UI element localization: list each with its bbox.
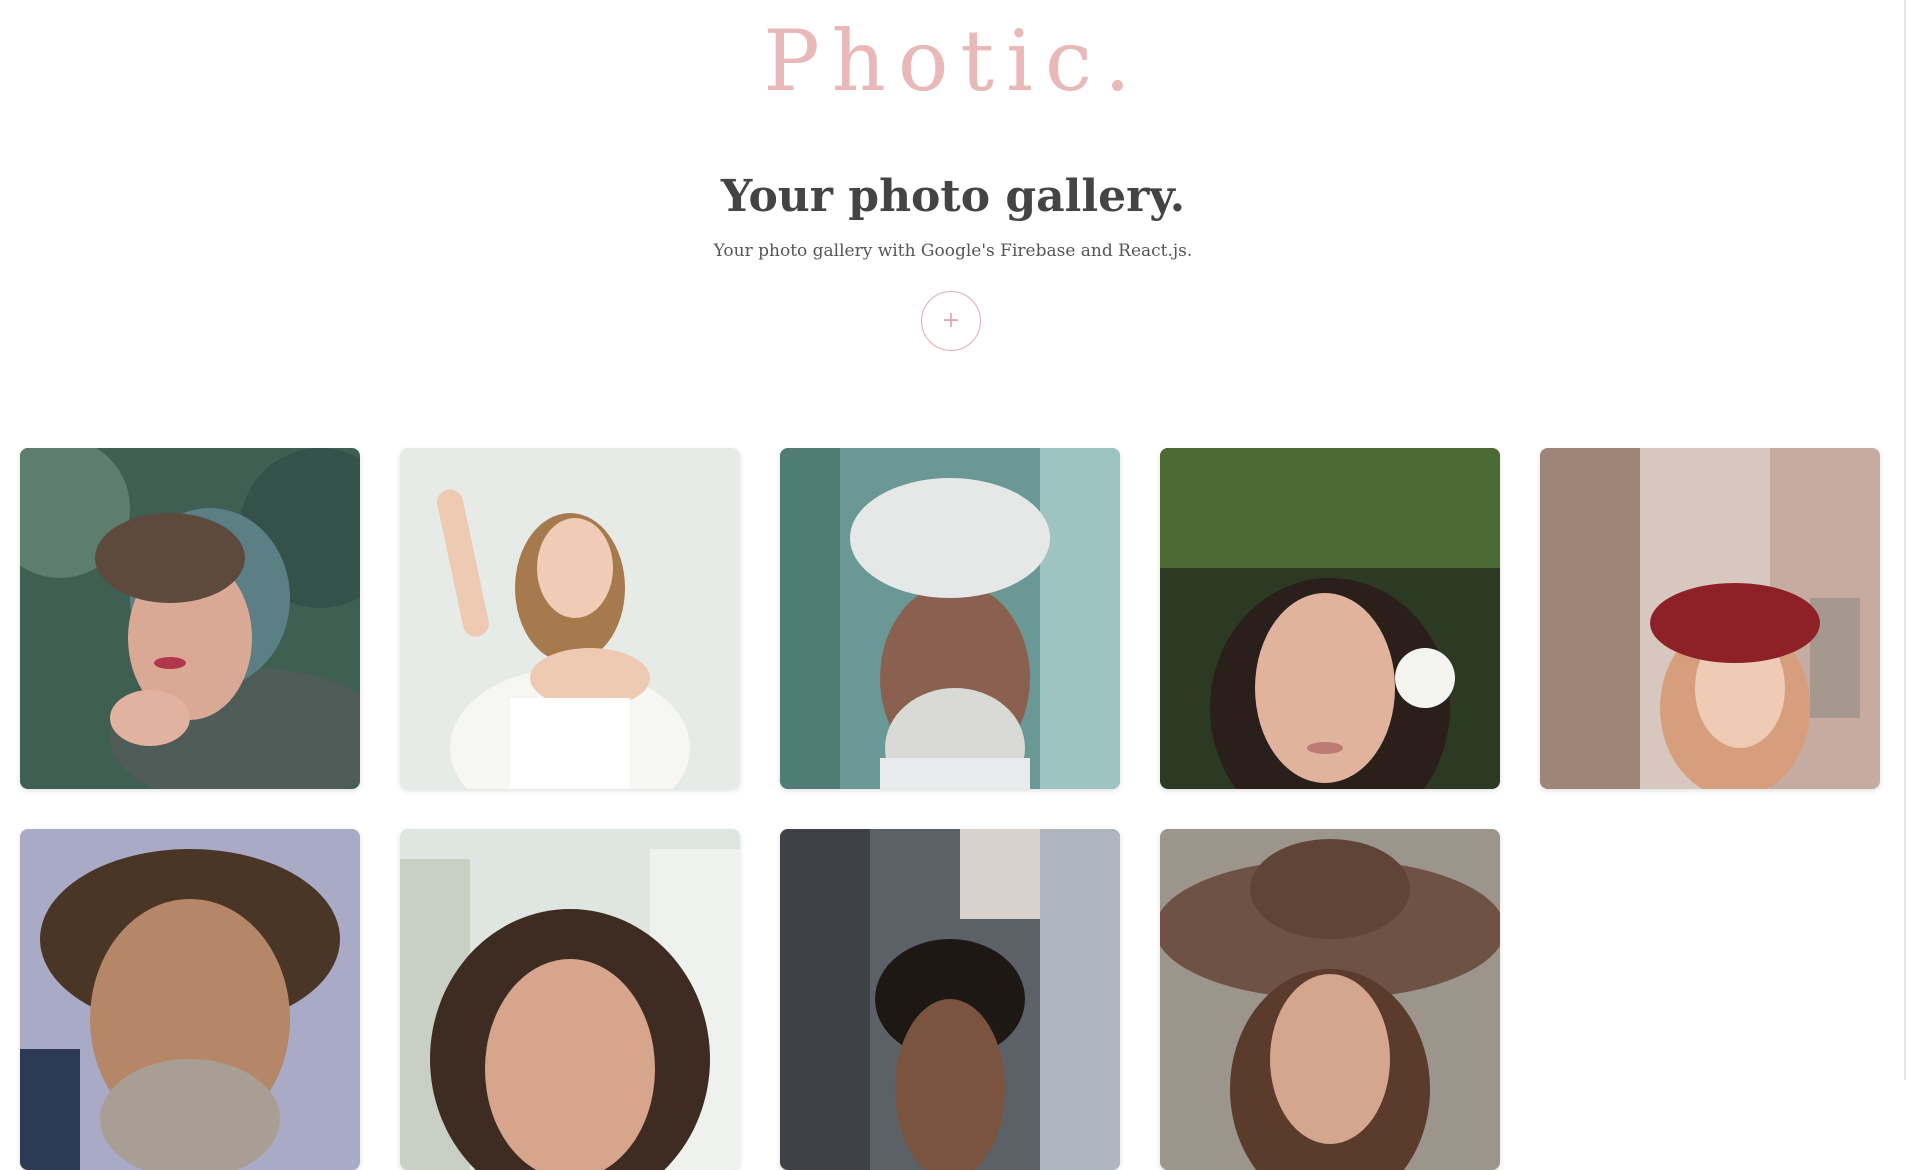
photo-girl-freckles[interactable] (400, 829, 740, 1170)
photo-image (780, 448, 1120, 789)
photo-woman-brown-hat[interactable] (1160, 829, 1500, 1170)
photo-image (400, 448, 740, 789)
photo-young-man-curly-hair[interactable] (780, 829, 1120, 1170)
upload-button[interactable]: + (921, 291, 981, 351)
photo-woman-red-beret[interactable] (1540, 448, 1880, 789)
photo-image (780, 829, 1120, 1170)
photo-image (20, 448, 360, 789)
page-subtitle: Your photo gallery with Google's Firebas… (713, 241, 1193, 261)
page-title: Your photo gallery. (720, 171, 1186, 222)
photo-grid (20, 448, 1880, 1170)
plus-icon: + (941, 308, 961, 333)
photo-old-man-white-turban[interactable] (780, 448, 1120, 789)
photo-woman-white-flower[interactable] (1160, 448, 1500, 789)
photo-old-man-curly-hair[interactable] (20, 829, 360, 1170)
photo-image (20, 829, 360, 1170)
photo-image (400, 829, 740, 1170)
photo-woman-arm-raised[interactable] (400, 448, 740, 789)
photo-image (1160, 448, 1500, 789)
photo-woman-knit-beanie[interactable] (20, 448, 360, 789)
logo[interactable]: Photic. (0, 6, 1906, 116)
photo-image (1540, 448, 1880, 789)
photo-image (1160, 829, 1500, 1170)
